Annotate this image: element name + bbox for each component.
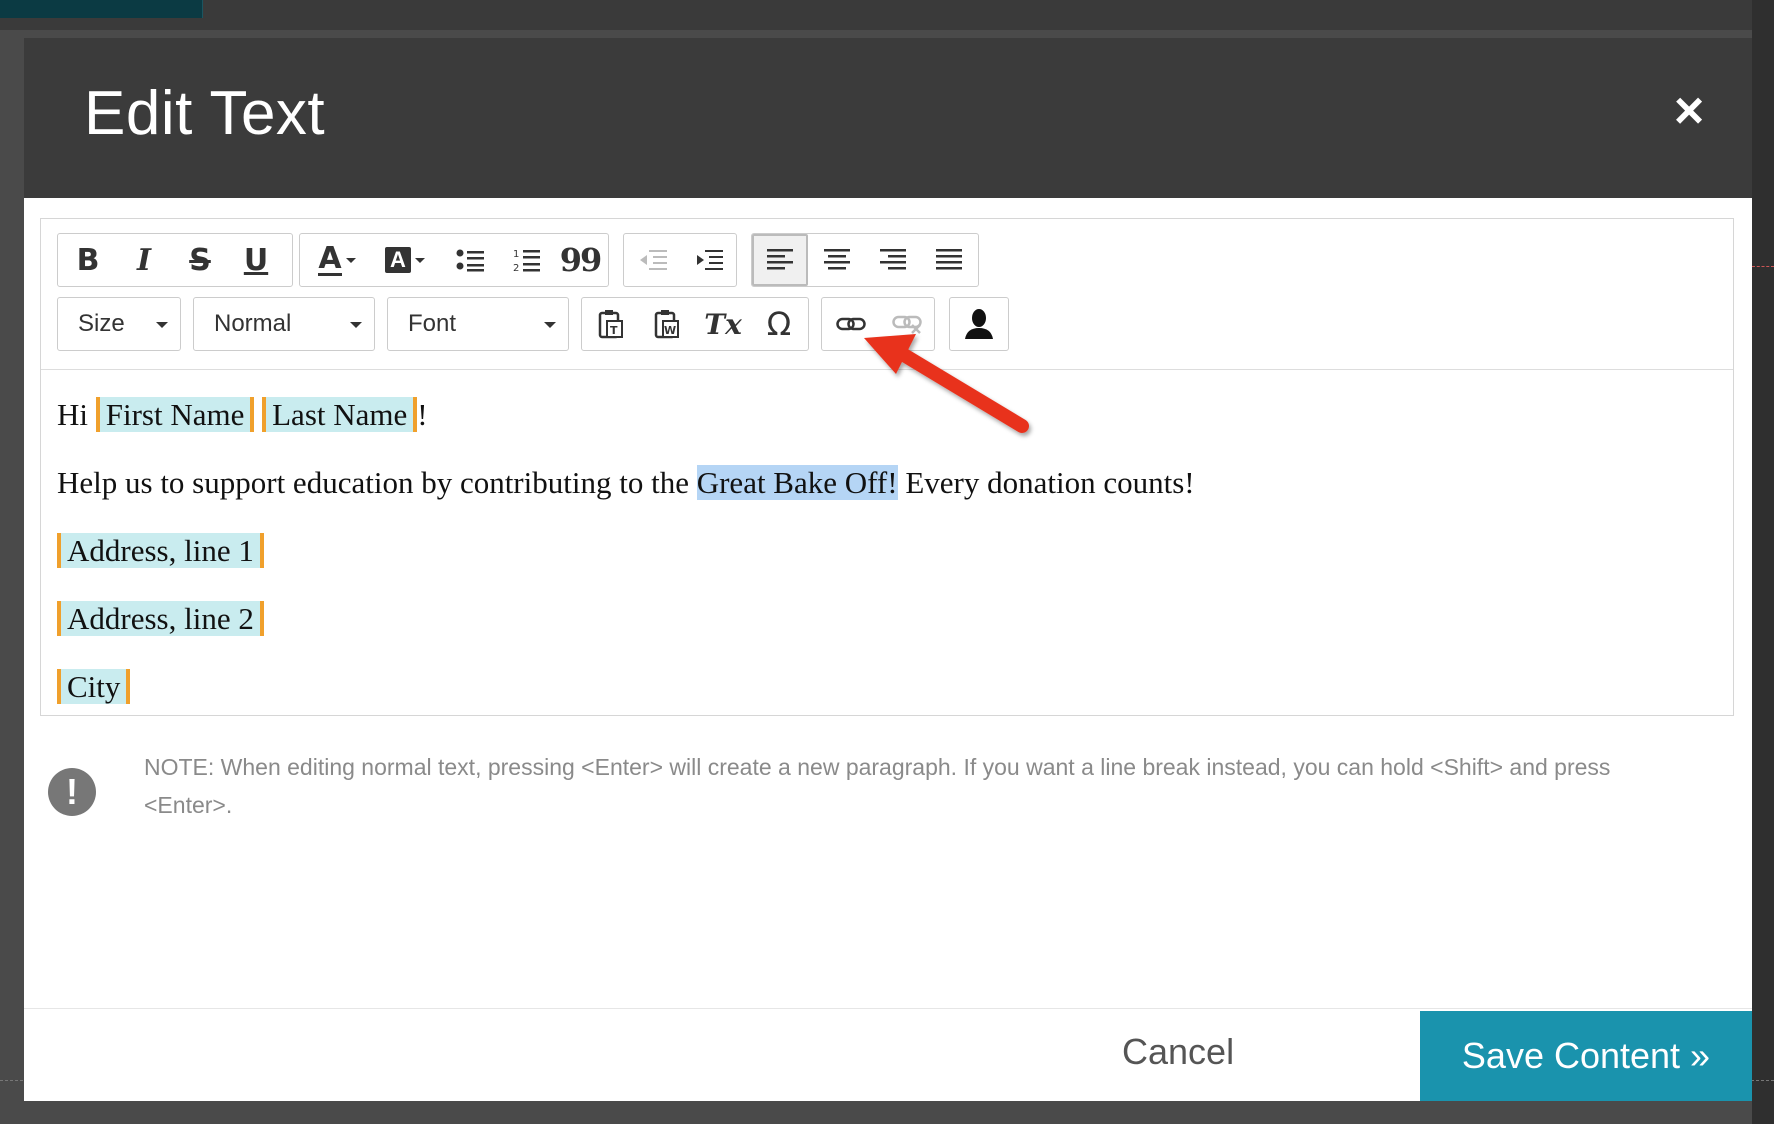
- background-color-button[interactable]: A: [372, 234, 438, 286]
- rich-text-editor: B I S U A A 1 2 99 Size Normal Font T W …: [40, 218, 1734, 716]
- format-dropdown[interactable]: Normal: [193, 297, 375, 351]
- greeting-text: Hi: [57, 397, 96, 432]
- justify-icon: [936, 249, 962, 270]
- outdent-button[interactable]: [625, 234, 681, 286]
- indent-group: [623, 233, 737, 287]
- chevron-down-icon: [544, 322, 556, 328]
- background-color-icon: A: [385, 247, 411, 273]
- svg-text:1: 1: [513, 249, 519, 260]
- underline-button[interactable]: U: [228, 234, 284, 286]
- blockquote-button[interactable]: 99: [552, 234, 608, 286]
- strikethrough-icon: S: [189, 242, 211, 278]
- body-paragraph: Help us to support education by contribu…: [57, 465, 1195, 501]
- greeting-paragraph: Hi First Name Last Name!: [57, 397, 428, 433]
- clipboard-group: T W Tx Ω: [581, 297, 809, 351]
- text-color-icon: A: [318, 240, 342, 276]
- exclamation-icon: !: [48, 768, 96, 816]
- merge-tag-city[interactable]: City: [57, 669, 131, 704]
- indent-button[interactable]: [681, 234, 737, 286]
- bulleted-list-icon: [456, 249, 484, 272]
- omega-icon: Ω: [766, 305, 792, 343]
- modal-header: Edit Text ×: [24, 38, 1752, 198]
- align-right-icon: [880, 249, 906, 270]
- background-topbar: [0, 0, 1774, 30]
- address-line-2-paragraph: Address, line 2: [57, 601, 264, 637]
- background-tab: [0, 0, 203, 18]
- size-dropdown[interactable]: Size: [57, 297, 181, 351]
- merge-field-group: [949, 297, 1009, 351]
- merge-tag-last-name[interactable]: Last Name: [262, 397, 418, 432]
- italic-icon: I: [136, 242, 152, 278]
- editor-toolbar: B I S U A A 1 2 99 Size Normal Font T W …: [41, 219, 1733, 370]
- indent-icon: [697, 250, 723, 270]
- insert-link-button[interactable]: [823, 298, 879, 350]
- selected-text[interactable]: Great Bake Off!: [696, 465, 898, 500]
- svg-text:2: 2: [513, 263, 519, 273]
- svg-text:W: W: [664, 324, 676, 337]
- paste-text-button[interactable]: T: [583, 298, 639, 350]
- svg-text:T: T: [610, 324, 618, 337]
- numbered-list-button[interactable]: 1 2: [498, 234, 554, 286]
- remove-format-button[interactable]: Tx: [695, 298, 751, 350]
- underline-icon: U: [243, 242, 269, 278]
- font-dropdown[interactable]: Font: [387, 297, 569, 351]
- bulleted-list-button[interactable]: [442, 234, 498, 286]
- merge-tag-first-name[interactable]: First Name: [95, 397, 255, 432]
- remove-link-button[interactable]: [879, 298, 935, 350]
- chevron-down-icon: [415, 257, 425, 263]
- merge-tag-address-line-2[interactable]: Address, line 2: [57, 601, 264, 636]
- align-center-icon: [824, 249, 850, 270]
- editor-content[interactable]: Hi First Name Last Name! Help us to supp…: [57, 369, 1717, 709]
- merge-tag-address-line-1[interactable]: Address, line 1: [57, 533, 264, 568]
- remove-format-icon: Tx: [704, 307, 742, 341]
- address-line-1-paragraph: Address, line 1: [57, 533, 264, 569]
- align-right-button[interactable]: [865, 234, 921, 286]
- justify-button[interactable]: [921, 234, 977, 286]
- chevron-down-icon: [156, 322, 168, 328]
- paste-from-word-button[interactable]: W: [639, 298, 695, 350]
- paste-text-icon: T: [598, 310, 623, 339]
- unlink-icon: [892, 315, 922, 334]
- chevron-down-icon: [350, 322, 362, 328]
- cancel-button[interactable]: Cancel: [1122, 1031, 1234, 1073]
- font-dropdown-label: Font: [408, 310, 457, 337]
- numbered-list-icon: 1 2: [513, 249, 540, 273]
- align-left-icon: [767, 249, 793, 270]
- size-dropdown-label: Size: [78, 310, 125, 337]
- strikethrough-button[interactable]: S: [172, 234, 228, 286]
- outdent-icon: [640, 250, 667, 270]
- align-center-button[interactable]: [809, 234, 865, 286]
- chevron-down-icon: [345, 257, 356, 263]
- bold-button[interactable]: B: [60, 234, 116, 286]
- bold-icon: B: [76, 242, 100, 278]
- link-group: [821, 297, 935, 351]
- close-button[interactable]: ×: [1664, 85, 1714, 137]
- blockquote-icon: 99: [559, 241, 603, 279]
- link-icon: [836, 317, 866, 331]
- greeting-suffix: !: [417, 397, 428, 432]
- city-paragraph: City: [57, 669, 131, 705]
- modal-title: Edit Text: [84, 79, 326, 148]
- background-divider: [1752, 266, 1774, 267]
- color-list-group: A A 1 2 99: [299, 233, 609, 287]
- basic-styles-group: B I S U: [57, 233, 293, 287]
- special-character-button[interactable]: Ω: [751, 298, 807, 350]
- alignment-group: [751, 233, 979, 287]
- person-icon: [965, 309, 993, 339]
- body-text: Help us to support education by contribu…: [57, 465, 697, 500]
- insert-merge-field-button[interactable]: [951, 298, 1007, 350]
- save-content-button[interactable]: Save Content »: [1420, 1011, 1752, 1101]
- edit-text-modal: Edit Text × B I S U A A 1 2 99 Size Norm…: [24, 38, 1752, 1101]
- modal-footer: Cancel Save Content »: [24, 1008, 1752, 1101]
- paste-from-word-icon: W: [654, 310, 679, 339]
- format-dropdown-label: Normal: [214, 310, 292, 337]
- note-text: NOTE: When editing normal text, pressing…: [144, 754, 1611, 818]
- italic-button[interactable]: I: [116, 234, 172, 286]
- align-left-button[interactable]: [752, 234, 808, 286]
- background-right-strip: [1752, 0, 1774, 1124]
- body-text-suffix: Every donation counts!: [897, 465, 1195, 500]
- text-color-button[interactable]: A: [304, 234, 370, 286]
